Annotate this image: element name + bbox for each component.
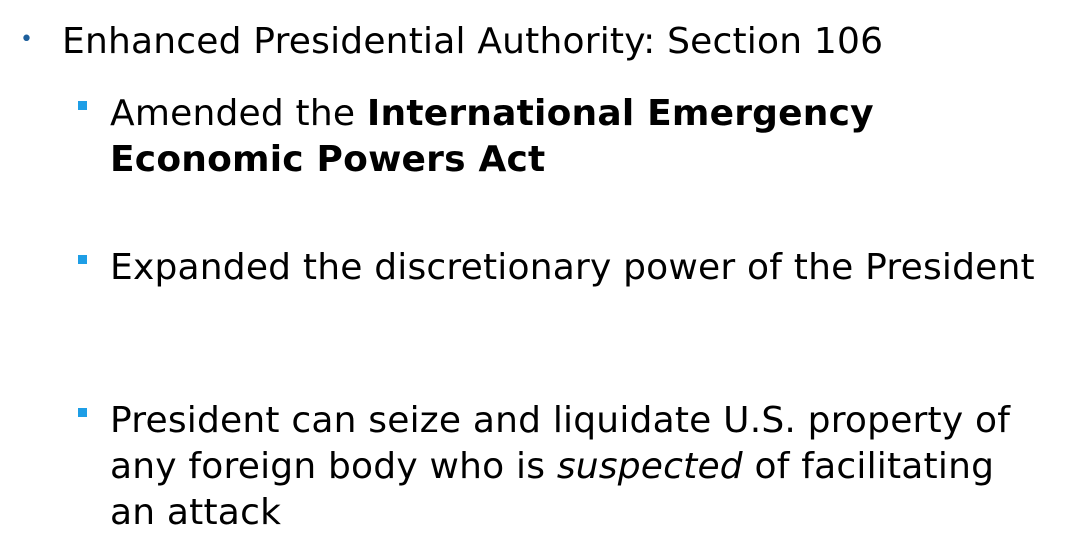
- top-level-bullet-text: Enhanced Presidential Authority: Section…: [62, 21, 884, 62]
- top-level-bullet-item: • Enhanced Presidential Authority: Secti…: [20, 20, 883, 64]
- square-bullet-mark: [78, 255, 87, 264]
- slide: • Enhanced Presidential Authority: Secti…: [0, 0, 1082, 556]
- sub-bullet-text: Amended the International Emergency Econ…: [110, 91, 1040, 183]
- square-bullet-icon: [78, 91, 110, 137]
- sub-bullet-item: President can seize and liquidate U.S. p…: [78, 398, 1040, 536]
- sub-bullet-text: Expanded the discretionary power of the …: [110, 247, 1035, 288]
- sub-bullet-item: Amended the International Emergency Econ…: [78, 91, 1040, 183]
- sub-bullet-text-part: Amended the: [110, 93, 367, 134]
- round-bullet-icon: •: [20, 27, 33, 52]
- italic-suspected-word: suspected: [556, 446, 743, 487]
- square-bullet-icon: [78, 245, 110, 291]
- sub-bullet-text: President can seize and liquidate U.S. p…: [110, 398, 1040, 536]
- square-bullet-mark: [78, 101, 87, 110]
- sub-bullet-item: Expanded the discretionary power of the …: [78, 245, 1040, 291]
- square-bullet-icon: [78, 398, 110, 444]
- square-bullet-mark: [78, 408, 87, 417]
